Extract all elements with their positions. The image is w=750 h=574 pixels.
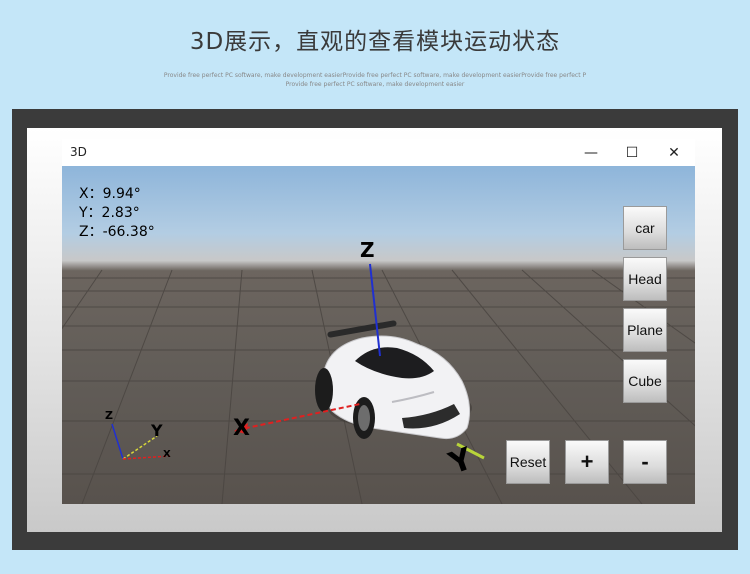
- rotation-y-readout: Y：2.83°: [79, 205, 140, 221]
- title-bar: 3D — ☐ ✕: [62, 139, 695, 166]
- tagline-line-1: Provide free perfect PC software, make d…: [163, 72, 587, 79]
- app-window: 3D — ☐ ✕ X：9.94° Y：2.83° Z：-66.38° Z X Y…: [62, 139, 695, 504]
- 3d-viewport[interactable]: X：9.94° Y：2.83° Z：-66.38° Z X Y Z Y X ca…: [62, 166, 695, 504]
- head-button[interactable]: Head: [623, 257, 667, 301]
- page-headline: 3D展示，直观的查看模块运动状态: [189, 29, 561, 55]
- car-x-axis-label: X: [233, 416, 250, 441]
- plane-button[interactable]: Plane: [623, 308, 667, 352]
- maximize-button[interactable]: ☐: [611, 139, 653, 166]
- zoom-out-button[interactable]: -: [623, 440, 667, 484]
- gizmo-x-label: X: [163, 449, 171, 460]
- car-z-axis-label: Z: [360, 238, 375, 262]
- window-title: 3D: [70, 145, 87, 159]
- minimize-button[interactable]: —: [570, 139, 612, 166]
- car-button[interactable]: car: [623, 206, 667, 250]
- cube-button[interactable]: Cube: [623, 359, 667, 403]
- zoom-in-button[interactable]: +: [565, 440, 609, 484]
- rotation-x-readout: X：9.94°: [79, 186, 141, 202]
- reset-button[interactable]: Reset: [506, 440, 550, 484]
- rotation-z-readout: Z：-66.38°: [79, 224, 155, 240]
- gizmo-y-label: Y: [151, 421, 163, 440]
- close-button[interactable]: ✕: [653, 139, 695, 166]
- tagline-line-2: Provide free perfect PC software, make d…: [285, 81, 465, 88]
- gizmo-z-label: Z: [105, 409, 113, 422]
